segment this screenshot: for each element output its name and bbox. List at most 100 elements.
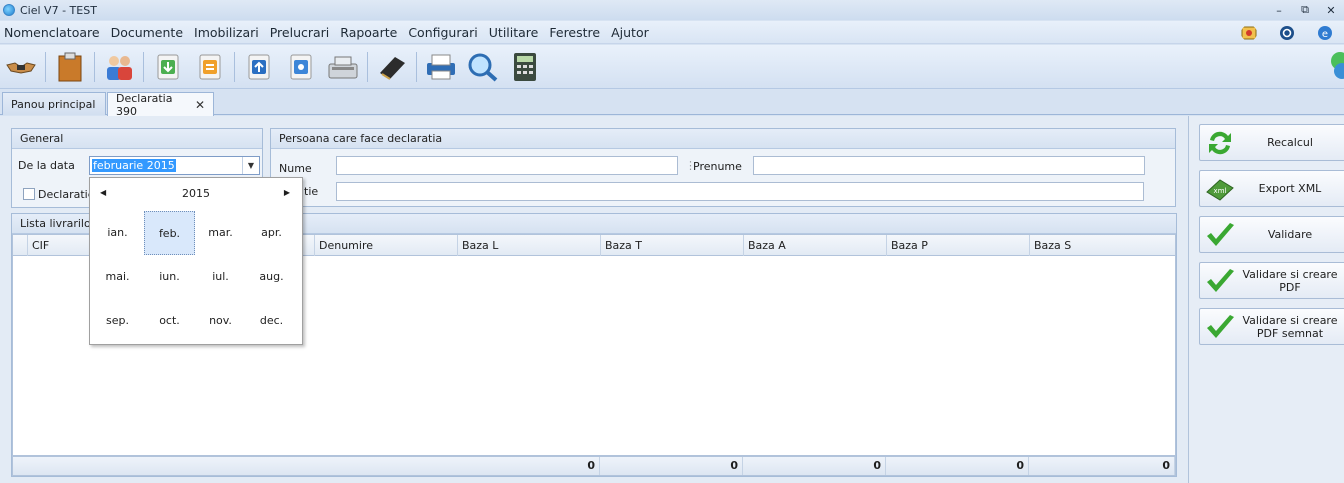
menu-bar: Nomenclatoare Documente Imobilizari Prel…	[0, 21, 1344, 44]
tab-label: Declaratia 390	[116, 91, 173, 118]
settings-document-icon[interactable]	[284, 50, 318, 84]
month-iun[interactable]: iun.	[144, 255, 195, 299]
total-baza-t: 0	[600, 457, 743, 475]
validate-pdf-button[interactable]: Validare si creare PDF	[1199, 262, 1344, 299]
checkmark-icon	[1207, 268, 1234, 292]
validate-pdf-signed-button[interactable]: Validare si creare PDF semnat	[1199, 308, 1344, 345]
toolbar-separator	[234, 51, 235, 82]
person-group: Persoana care face declaratia Nume ⋮ Pre…	[270, 128, 1176, 207]
col-baza-l[interactable]: Baza L	[457, 235, 600, 256]
validate-pdf-label: Validare si creare PDF	[1242, 267, 1338, 294]
toolbar-separator	[416, 51, 417, 82]
month-mai[interactable]: mai.	[92, 255, 143, 299]
toolbar	[0, 45, 1344, 89]
month-iul[interactable]: iul.	[195, 255, 246, 299]
next-year-icon[interactable]: ▶	[284, 188, 290, 197]
month-mar[interactable]: mar.	[195, 211, 246, 255]
refresh-icon	[1209, 131, 1231, 154]
menu-right-icons: e	[1230, 21, 1344, 44]
menu-nomenclatoare[interactable]: Nomenclatoare	[0, 25, 107, 40]
date-label: De la data	[18, 159, 75, 172]
upload-document-icon[interactable]	[242, 50, 276, 84]
total-baza-a: 0	[743, 457, 886, 475]
toolbar-separator	[45, 51, 46, 82]
name-input[interactable]	[336, 156, 678, 175]
person-group-title: Persoana care face declaratia	[271, 129, 1175, 149]
transfer-document-icon[interactable]	[193, 50, 227, 84]
declaratie-checkbox[interactable]	[23, 188, 35, 200]
calculator-icon[interactable]	[508, 50, 542, 84]
validate-button[interactable]: Validare	[1199, 216, 1344, 253]
actions-panel: Recalcul xml Export XML Validare Validar…	[1188, 116, 1344, 483]
license-icon[interactable]	[1241, 25, 1257, 41]
declaratie-label: Declaratie	[38, 188, 95, 201]
month-feb[interactable]: feb.	[144, 211, 195, 255]
month-apr[interactable]: apr.	[246, 211, 297, 255]
menu-ferestre[interactable]: Ferestre	[545, 25, 607, 40]
month-nov[interactable]: nov.	[195, 299, 246, 343]
recalc-label: Recalcul	[1267, 136, 1313, 149]
firstname-input[interactable]	[753, 156, 1145, 175]
tab-panou-principal[interactable]: Panou principal	[2, 92, 106, 115]
toolbar-separator	[143, 51, 144, 82]
svg-text:e: e	[1322, 29, 1328, 40]
menu-rapoarte[interactable]: Rapoarte	[336, 25, 404, 40]
month-dec[interactable]: dec.	[246, 299, 297, 343]
col-baza-p[interactable]: Baza P	[886, 235, 1029, 256]
svg-text:xml: xml	[1214, 187, 1227, 195]
close-tab-icon[interactable]: ✕	[195, 98, 205, 112]
month-oct[interactable]: oct.	[144, 299, 195, 343]
app-logo-icon	[3, 4, 15, 16]
col-baza-a[interactable]: Baza A	[743, 235, 886, 256]
export-xml-button[interactable]: xml Export XML	[1199, 170, 1344, 207]
col-baza-t[interactable]: Baza T	[600, 235, 743, 256]
tab-declaratia-390[interactable]: Declaratia 390 ✕	[107, 91, 214, 118]
menu-imobilizari[interactable]: Imobilizari	[190, 25, 266, 40]
menu-documente[interactable]: Documente	[107, 25, 190, 40]
export-xml-label: Export XML	[1258, 182, 1322, 195]
col-baza-s[interactable]: Baza S	[1029, 235, 1175, 256]
menu-ajutor[interactable]: Ajutor	[607, 25, 656, 40]
window-controls: – ⧉ ✕	[1266, 0, 1344, 20]
recalc-button[interactable]: Recalcul	[1199, 124, 1344, 161]
date-value: februarie 2015	[92, 159, 176, 172]
total-baza-s: 0	[1029, 457, 1175, 475]
preview-icon[interactable]	[466, 50, 500, 84]
window-title: Ciel V7 - TEST	[20, 3, 97, 17]
book-icon[interactable]	[375, 50, 409, 84]
cash-register-icon[interactable]	[326, 50, 360, 84]
close-window-icon[interactable]: ✕	[1318, 0, 1344, 20]
minimize-icon[interactable]: –	[1266, 0, 1292, 20]
menu-utilitare[interactable]: Utilitare	[485, 25, 546, 40]
title-bar: Ciel V7 - TEST – ⧉ ✕	[0, 0, 1344, 20]
month-aug[interactable]: aug.	[246, 255, 297, 299]
name-label: Nume	[279, 162, 312, 175]
print-icon[interactable]	[424, 50, 458, 84]
handshake-icon[interactable]	[4, 50, 38, 84]
chat-icon[interactable]	[1326, 51, 1344, 84]
tab-strip: Panou principal Declaratia 390 ✕	[0, 90, 1344, 118]
total-baza-l: 0	[457, 457, 600, 475]
col-denumire[interactable]: Denumire	[314, 235, 457, 256]
role-input[interactable]	[336, 182, 1144, 201]
month-ian[interactable]: ian.	[92, 211, 143, 255]
checkmark-icon	[1207, 222, 1234, 246]
menu-prelucrari[interactable]: Prelucrari	[266, 25, 337, 40]
help-icon[interactable]: e	[1317, 25, 1333, 41]
date-dropdown[interactable]: februarie 2015 ▼	[89, 156, 260, 175]
xml-export-icon: xml	[1206, 178, 1234, 201]
firstname-label: Prenume	[693, 160, 742, 173]
toolbar-separator	[367, 51, 368, 82]
import-document-icon[interactable]	[151, 50, 185, 84]
checkmark-icon	[1207, 314, 1234, 338]
total-baza-p: 0	[886, 457, 1029, 475]
users-icon[interactable]	[102, 50, 136, 84]
update-icon[interactable]	[1279, 25, 1295, 41]
chevron-down-icon[interactable]: ▼	[242, 157, 259, 174]
month-sep[interactable]: sep.	[92, 299, 143, 343]
menu-configurari[interactable]: Configurari	[404, 25, 484, 40]
clipboard-icon[interactable]	[53, 50, 87, 84]
validate-label: Validare	[1267, 228, 1313, 241]
grid-footer: 0 0 0 0 0	[12, 456, 1176, 476]
restore-icon[interactable]: ⧉	[1292, 0, 1318, 20]
